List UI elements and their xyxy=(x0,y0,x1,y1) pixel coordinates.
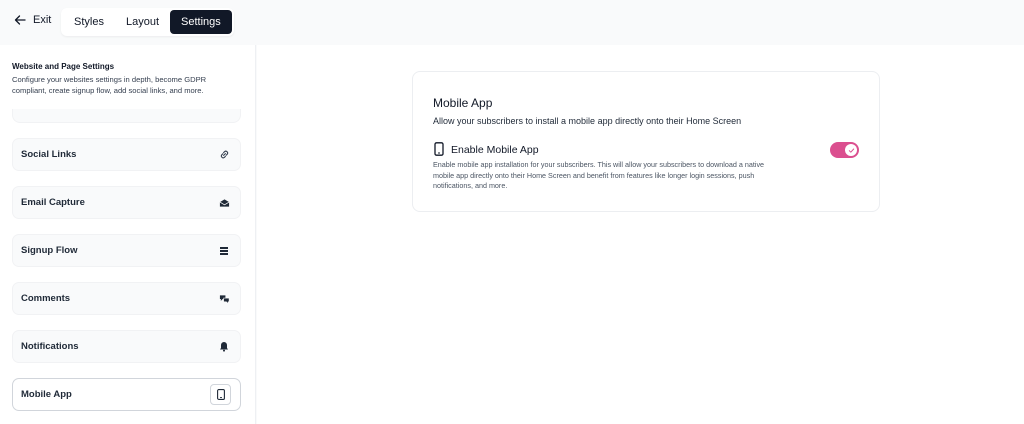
exit-button[interactable]: Exit xyxy=(14,14,51,26)
sidebar-item-signup-flow[interactable]: Signup Flow xyxy=(12,234,241,267)
sidebar-item-label: Signup Flow xyxy=(21,245,78,256)
bell-icon xyxy=(218,341,230,353)
sidebar-item-social-links[interactable]: Social Links xyxy=(12,138,241,171)
tab-layout[interactable]: Layout xyxy=(115,10,170,34)
sidebar-item-comments[interactable]: Comments xyxy=(12,282,241,315)
option-title: Enable Mobile App xyxy=(451,144,539,156)
stack-icon xyxy=(218,245,230,257)
top-bar: Exit Styles Layout Settings xyxy=(0,0,1024,45)
sidebar-item-label: Notifications xyxy=(21,341,79,352)
link-icon xyxy=(218,149,230,161)
tab-styles[interactable]: Styles xyxy=(63,10,115,34)
sidebar-description: Configure your websites settings in dept… xyxy=(12,75,207,95)
sidebar-item-notifications[interactable]: Notifications xyxy=(12,330,241,363)
mobile-app-card: Mobile App Allow your subscribers to ins… xyxy=(412,71,880,212)
sidebar-item-label: Email Capture xyxy=(21,197,85,208)
phone-icon xyxy=(210,384,231,405)
toggle-knob xyxy=(845,144,857,156)
option-description: Enable mobile app installation for your … xyxy=(433,160,765,190)
phone-icon xyxy=(434,142,444,156)
main-content: Mobile App Allow your subscribers to ins… xyxy=(257,45,1024,424)
sidebar-title: Website and Page Settings xyxy=(12,62,115,71)
sidebar-item-label: Social Links xyxy=(21,149,77,160)
settings-sidebar: Website and Page Settings Configure your… xyxy=(0,45,256,424)
tab-settings[interactable]: Settings xyxy=(170,10,232,34)
chat-bubbles-icon xyxy=(218,293,230,305)
enable-mobile-app-toggle[interactable] xyxy=(830,142,859,158)
sidebar-item-partial[interactable] xyxy=(12,109,241,123)
sidebar-item-mobile-app[interactable]: Mobile App xyxy=(12,378,241,411)
check-icon xyxy=(848,148,854,153)
sidebar-item-email-capture[interactable]: Email Capture xyxy=(12,186,241,219)
exit-label: Exit xyxy=(33,14,52,26)
envelope-icon xyxy=(218,197,230,209)
card-title: Mobile App xyxy=(433,96,493,110)
card-subtitle: Allow your subscribers to install a mobi… xyxy=(433,116,742,126)
sidebar-item-label: Comments xyxy=(21,293,71,304)
arrow-left-icon xyxy=(14,15,26,25)
editor-tabs: Styles Layout Settings xyxy=(61,8,234,36)
sidebar-item-label: Mobile App xyxy=(21,389,72,400)
